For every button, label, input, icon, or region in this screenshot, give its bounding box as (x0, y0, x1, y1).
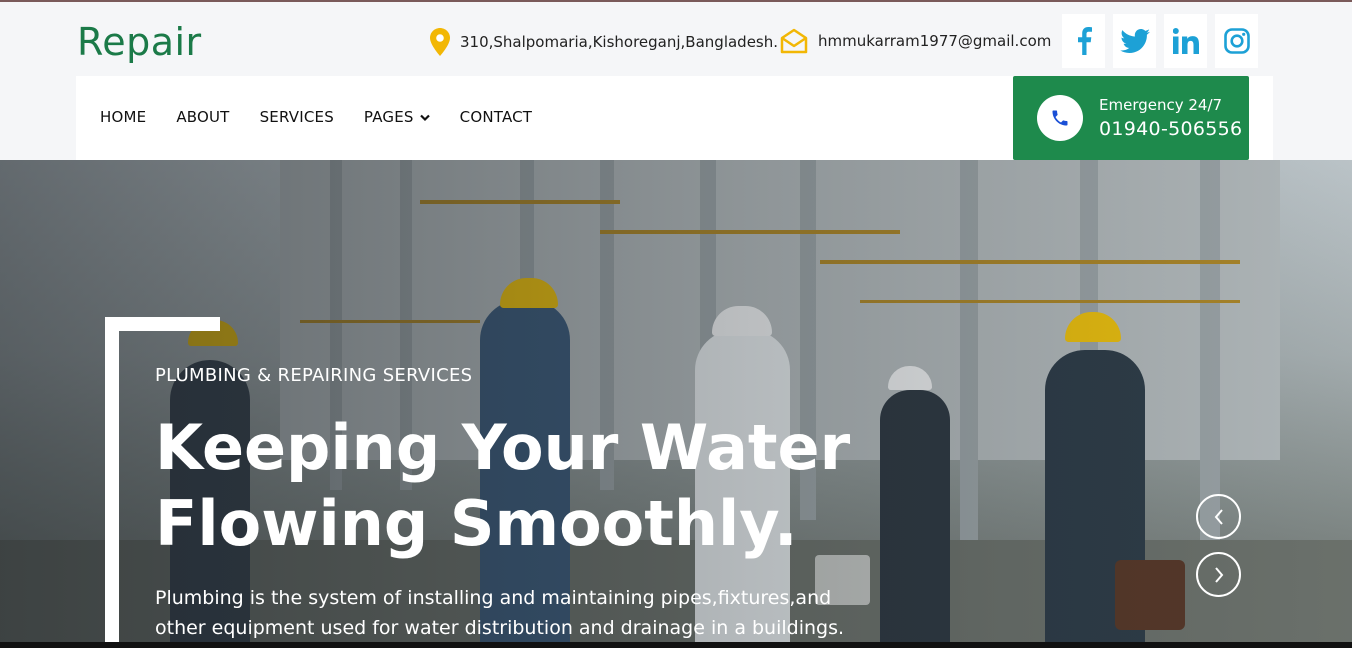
emergency-call-box[interactable]: Emergency 24/7 01940-506556 (1013, 76, 1249, 160)
nav-services[interactable]: SERVICES (260, 108, 334, 126)
main-navbar: HOME ABOUT SERVICES PAGES CONTACT Emerge… (76, 76, 1273, 160)
nav-home[interactable]: HOME (100, 108, 146, 126)
site-logo[interactable]: Repair (77, 20, 202, 64)
social-links (1062, 14, 1258, 68)
hero-title: Keeping Your Water Flowing Smoothly. (155, 411, 851, 560)
address-info: 310,Shalpomaria,Kishoreganj,Bangladesh. (430, 28, 778, 56)
chevron-left-icon (1214, 508, 1223, 525)
emergency-number: 01940-506556 (1099, 118, 1243, 140)
bottom-strip (0, 642, 1352, 648)
carousel-prev-button[interactable] (1196, 494, 1241, 539)
hero-banner: PLUMBING & REPAIRING SERVICES Keeping Yo… (0, 160, 1352, 648)
emergency-label: Emergency 24/7 (1099, 96, 1223, 114)
carousel-next-button[interactable] (1196, 552, 1241, 597)
nav-pages-label: PAGES (363, 108, 414, 126)
email-text[interactable]: hmmukarram1977@gmail.com (818, 32, 1051, 50)
top-header: Repair 310,Shalpomaria,Kishoreganj,Bangl… (0, 0, 1352, 76)
nav-about[interactable]: ABOUT (176, 108, 229, 126)
nav-contact[interactable]: CONTACT (460, 108, 533, 126)
envelope-icon (780, 28, 808, 54)
twitter-icon[interactable] (1113, 14, 1156, 68)
address-text: 310,Shalpomaria,Kishoreganj,Bangladesh. (460, 33, 779, 51)
chevron-right-icon (1214, 566, 1223, 583)
hero-eyebrow: PLUMBING & REPAIRING SERVICES (155, 365, 473, 386)
linkedin-icon[interactable] (1164, 14, 1207, 68)
phone-icon (1037, 95, 1083, 141)
chevron-down-icon (419, 108, 430, 126)
nav-pages[interactable]: PAGES (364, 108, 430, 126)
instagram-icon[interactable] (1215, 14, 1258, 68)
email-info: hmmukarram1977@gmail.com (780, 28, 1051, 54)
nav-menu: HOME ABOUT SERVICES PAGES CONTACT (100, 108, 532, 126)
location-pin-icon (430, 28, 450, 56)
hero-description: Plumbing is the system of installing and… (155, 587, 845, 639)
facebook-icon[interactable] (1062, 14, 1105, 68)
emergency-text: Emergency 24/7 01940-506556 (1099, 96, 1242, 140)
